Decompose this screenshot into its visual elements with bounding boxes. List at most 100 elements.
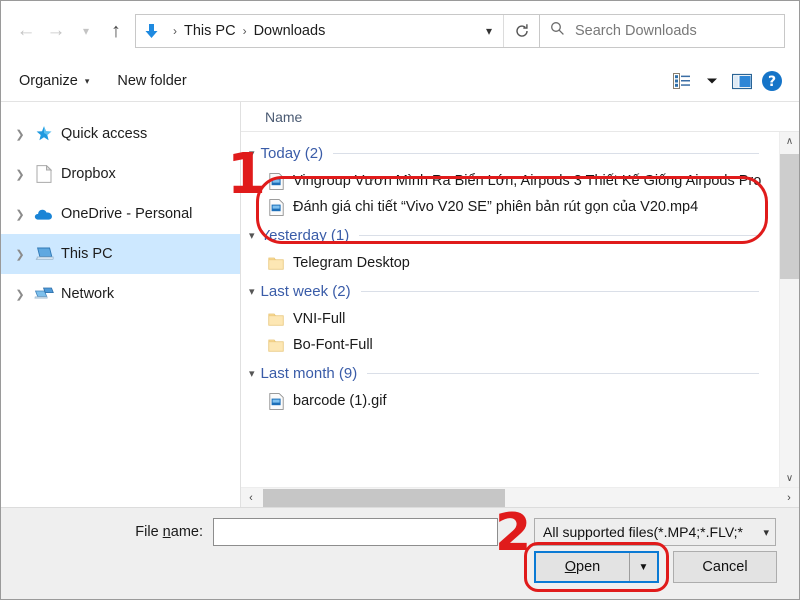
folder-icon <box>265 256 287 270</box>
list-item[interactable]: Đánh giá chi tiết “Vivo V20 SE” phiên bả… <box>241 194 763 220</box>
dropbox-page-icon <box>31 165 57 183</box>
file-type-filter-value: All supported files(*.MP4;*.FLV;* <box>543 524 743 540</box>
back-arrow-icon[interactable]: ← <box>11 14 41 48</box>
open-label-post: pen <box>576 559 601 575</box>
filename-label: File name: <box>1 524 213 540</box>
downloads-folder-icon <box>136 15 166 47</box>
open-label-accelerator: O <box>564 559 577 575</box>
file-type-filter-dropdown[interactable]: All supported files(*.MP4;*.FLV;* ▾ <box>534 518 776 546</box>
svg-text:?: ? <box>768 74 776 90</box>
sidebar-item-network[interactable]: ❯ Network <box>1 274 240 314</box>
cancel-button-label: Cancel <box>702 559 748 575</box>
expand-chevron-icon[interactable]: ❯ <box>9 168 31 181</box>
group-divider <box>360 290 759 292</box>
list-item[interactable]: barcode (1).gif <box>241 388 763 414</box>
video-file-icon <box>265 172 287 190</box>
group-title: Today (2) <box>260 144 324 162</box>
scroll-up-button[interactable]: ∧ <box>780 132 799 150</box>
open-button[interactable]: Open ▼ <box>534 551 659 583</box>
group-divider <box>367 372 759 374</box>
open-button-group: Open ▼ <box>534 551 659 583</box>
organize-label: Organize <box>19 73 78 89</box>
list-item[interactable]: VNI-Full <box>241 306 763 332</box>
scroll-down-button[interactable]: ∨ <box>780 469 799 487</box>
list-item-label: VNI-Full <box>293 311 346 327</box>
navigation-sidebar: ❯ Quick access ❯ Dropbox ❯ OneDrive - Pe… <box>1 102 241 507</box>
chevron-down-icon[interactable]: ▾ <box>249 367 255 380</box>
breadcrumb-separator-2: › <box>242 24 247 38</box>
dialog-body: ❯ Quick access ❯ Dropbox ❯ OneDrive - Pe… <box>1 101 799 507</box>
sidebar-item-quick-access[interactable]: ❯ Quick access <box>1 114 240 154</box>
breadcrumb-item-downloads[interactable]: Downloads <box>254 23 326 39</box>
vertical-scroll-track[interactable] <box>780 150 799 469</box>
folder-icon <box>265 312 287 326</box>
chevron-down-icon[interactable]: ▾ <box>249 229 255 242</box>
chevron-down-icon[interactable]: ▾ <box>249 285 255 298</box>
open-file-dialog: ← → ▾ ↑ › This PC › Downloads ▾ Search D… <box>0 0 800 600</box>
filename-label-pre: File <box>135 524 163 540</box>
search-input[interactable]: Search Downloads <box>540 14 785 48</box>
star-icon <box>31 125 57 143</box>
preview-pane-icon[interactable] <box>727 67 757 95</box>
video-file-icon <box>265 198 287 216</box>
list-item[interactable]: Bo-Font-Full <box>241 332 763 358</box>
list-item-label: Bo-Font-Full <box>293 337 373 353</box>
sidebar-item-label: OneDrive - Personal <box>61 206 193 222</box>
list-item[interactable]: Vingroup Vươn Mình Ra Biển Lớn, Airpods … <box>241 168 763 194</box>
filename-label-accelerator: n <box>162 524 171 540</box>
address-bar: ← → ▾ ↑ › This PC › Downloads ▾ Search D… <box>1 1 799 61</box>
file-list-scroll-area: ▾ Today (2) Vingroup Vươn Mình Ra Biển L… <box>241 132 799 487</box>
expand-chevron-icon[interactable]: ❯ <box>9 208 31 221</box>
expand-chevron-icon[interactable]: ❯ <box>9 248 31 261</box>
horizontal-scroll-thumb[interactable] <box>263 488 505 507</box>
scroll-left-button[interactable]: ‹ <box>241 492 261 504</box>
image-file-icon <box>265 392 287 410</box>
horizontal-scrollbar[interactable]: ‹ › <box>241 487 799 507</box>
sidebar-item-label: Quick access <box>61 126 148 142</box>
view-caret-chevron-down-icon[interactable] <box>697 67 727 95</box>
horizontal-scroll-track[interactable] <box>261 488 779 507</box>
network-icon <box>31 286 57 302</box>
file-list-pane: Name ▾ Today (2) Vingroup Vươn Mình Ra B… <box>241 102 799 507</box>
search-placeholder: Search Downloads <box>575 23 697 39</box>
breadcrumb-item-this-pc[interactable]: This PC <box>184 23 236 39</box>
list-item-label: Telegram Desktop <box>293 255 410 271</box>
column-header-name[interactable]: Name <box>241 102 799 132</box>
vertical-scrollbar[interactable]: ∧ ∨ <box>779 132 799 487</box>
filename-label-post: ame: <box>170 524 203 540</box>
up-arrow-icon[interactable]: ↑ <box>101 14 131 48</box>
column-header-label: Name <box>265 108 303 125</box>
chevron-down-icon[interactable]: ▾ <box>249 147 255 160</box>
group-header-today[interactable]: ▾ Today (2) <box>241 138 763 168</box>
new-folder-button[interactable]: New folder <box>117 73 186 89</box>
command-toolbar: Organize ▾ New folder ? <box>1 61 799 101</box>
new-folder-label: New folder <box>117 73 187 89</box>
breadcrumb[interactable]: › This PC › Downloads ▾ <box>135 14 540 48</box>
group-header-yesterday[interactable]: ▾ Yesterday (1) <box>241 220 763 250</box>
group-header-last-month[interactable]: ▾ Last month (9) <box>241 358 763 388</box>
folder-icon <box>265 338 287 352</box>
sidebar-item-onedrive[interactable]: ❯ OneDrive - Personal <box>1 194 240 234</box>
expand-chevron-icon[interactable]: ❯ <box>9 288 31 301</box>
list-item[interactable]: Telegram Desktop <box>241 250 763 276</box>
forward-arrow-icon[interactable]: → <box>41 14 71 48</box>
vertical-scroll-thumb[interactable] <box>780 154 799 279</box>
filename-input[interactable] <box>213 518 498 546</box>
breadcrumb-separator-1: › <box>173 24 177 38</box>
group-header-last-week[interactable]: ▾ Last week (2) <box>241 276 763 306</box>
refresh-icon[interactable] <box>503 15 539 47</box>
sidebar-item-dropbox[interactable]: ❯ Dropbox <box>1 154 240 194</box>
expand-chevron-icon[interactable]: ❯ <box>9 128 31 141</box>
organize-button[interactable]: Organize ▾ <box>19 73 89 89</box>
chevron-down-icon[interactable]: ▾ <box>475 15 503 47</box>
view-layout-icon[interactable] <box>667 67 697 95</box>
cancel-button[interactable]: Cancel <box>673 551 777 583</box>
scroll-right-button[interactable]: › <box>779 492 799 504</box>
list-item-label: Vingroup Vươn Mình Ra Biển Lớn, Airpods … <box>293 173 762 189</box>
list-item-label: barcode (1).gif <box>293 393 387 409</box>
help-icon[interactable]: ? <box>757 67 787 95</box>
recent-locations-chevron-icon[interactable]: ▾ <box>71 14 101 48</box>
open-dropdown-arrow-icon[interactable]: ▼ <box>629 553 657 581</box>
sidebar-item-this-pc[interactable]: ❯ This PC <box>1 234 240 274</box>
chevron-down-icon: ▾ <box>763 526 769 539</box>
